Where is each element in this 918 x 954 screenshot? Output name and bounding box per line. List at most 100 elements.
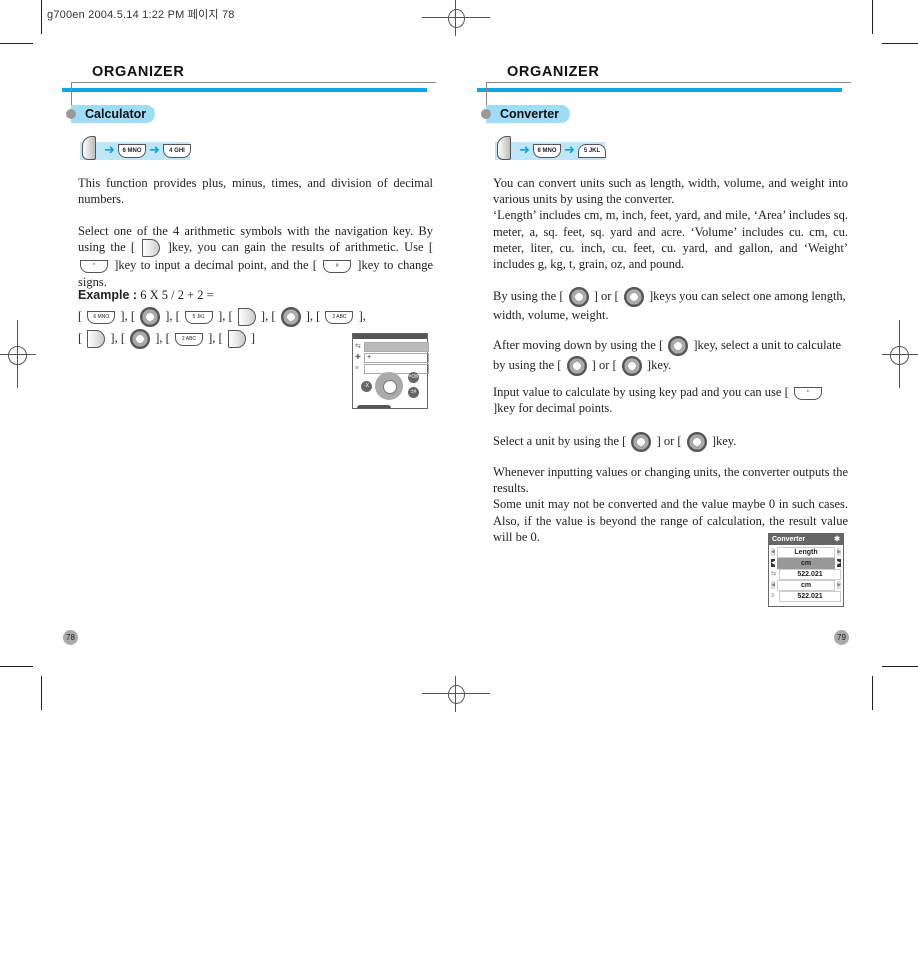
arrow-right-icon: ➜	[564, 143, 575, 158]
key-2-icon: 2 ABC	[174, 332, 203, 346]
key-6-icon: 6 MNO	[87, 310, 116, 324]
title-bar	[353, 334, 427, 339]
intro-paragraph: This function provides plus, minus, time…	[78, 176, 433, 207]
text: ] or [	[656, 433, 682, 448]
operand-icon: ⇆	[355, 342, 361, 350]
value-to-row: ≡ 522.021	[771, 591, 841, 602]
chevron-right-icon: ▶	[837, 548, 841, 556]
ok-key-icon	[142, 239, 161, 258]
nav-right-key-icon	[621, 356, 642, 376]
key-path: ➜ 6 MNO ➜ 5 JKL	[495, 136, 606, 160]
key-6-icon: 6 MNO	[118, 144, 146, 158]
operand-row: ⇆	[355, 342, 429, 352]
unit-to-value: cm	[777, 580, 835, 591]
unit-to-row: ◀ cm ▶	[771, 580, 841, 591]
category-row: ◀ Length ▶	[771, 547, 841, 558]
nav-up-key-icon	[130, 329, 151, 350]
operator-icon: ✚	[355, 353, 361, 361]
topic-label: Calculator	[71, 105, 155, 123]
chevron-right-icon: ▶	[837, 559, 841, 567]
category-value: Length	[777, 547, 835, 558]
select-unit-paragraph: After moving down by using the [ ]key, s…	[493, 336, 848, 376]
menu-icon: ✱	[834, 536, 840, 543]
operator-row: ✚ +	[355, 353, 429, 363]
star-key-icon: *	[80, 259, 108, 273]
blue-divider	[477, 88, 842, 92]
crop-mark	[0, 43, 33, 44]
key-6-icon: 6 MNO	[533, 144, 561, 158]
key-4-icon: 4 GHI	[163, 144, 191, 158]
arrow-right-icon: ➜	[104, 143, 115, 158]
registration-mark	[0, 320, 36, 388]
sign-button: -X	[361, 381, 372, 392]
input-value-paragraph: Input value to calculate by using key pa…	[493, 384, 848, 416]
ok-key-icon	[237, 308, 256, 327]
nav-right-key-icon	[686, 432, 707, 452]
operand-field	[364, 342, 429, 352]
text: By using the [	[493, 288, 564, 303]
menu-key-icon	[497, 136, 511, 160]
equals-icon: ≡	[355, 364, 359, 372]
crop-mark	[0, 666, 33, 667]
select-unit-key-paragraph: Select a unit by using the [ ] or [ ]key…	[493, 432, 848, 452]
example-expression: 6 X 5 / 2 + 2 =	[140, 288, 214, 302]
topic-label: Converter	[486, 105, 570, 123]
usage-paragraph: Select one of the 4 arithmetic symbols w…	[78, 223, 433, 290]
text: Input value to calculate by using key pa…	[493, 385, 789, 399]
bullet-icon	[481, 109, 491, 119]
units-list: ‘Length’ includes cm, m, inch, feet, yar…	[493, 208, 848, 272]
text: Select a unit by using the [	[493, 433, 627, 448]
crop-mark	[41, 676, 42, 710]
value-from-row: ⇆ 522.021	[771, 569, 841, 580]
nav-left-key-icon	[140, 307, 161, 328]
star-key-icon: *	[793, 386, 822, 400]
text: After moving down by using the [	[493, 337, 664, 352]
crop-mark	[872, 0, 873, 34]
crop-mark	[872, 676, 873, 710]
converter-screenshot: Converter ✱ ◀ Length ▶ ◀ cm ▶ ⇆ 522.021 …	[768, 533, 844, 607]
converter-intro: You can convert units such as length, wi…	[493, 175, 848, 272]
text: Whenever inputting values or changing un…	[493, 465, 848, 496]
key-path: ➜ 6 MNO ➜ 4 GHI	[80, 136, 191, 160]
input-icon: ⇆	[771, 571, 777, 577]
nav-right-key-icon	[623, 287, 644, 307]
value-to: 522.021	[779, 591, 841, 602]
registration-mark	[882, 320, 918, 388]
text: You can convert units such as length, wi…	[493, 176, 848, 207]
text: ]key, you can gain the results of arithm…	[167, 240, 433, 255]
menu-key-icon	[82, 136, 96, 160]
example-label: Example :	[78, 288, 138, 302]
arrow-right-icon: ➜	[519, 143, 530, 158]
registration-mark	[422, 0, 490, 36]
unit-from-row: ◀ cm ▶	[771, 558, 841, 569]
value-from: 522.021	[779, 569, 841, 580]
operator-pad	[375, 372, 403, 400]
blue-divider	[62, 88, 427, 92]
chevron-right-icon: ▶	[837, 581, 841, 589]
key-5-icon: 5 JKL	[184, 310, 213, 324]
hash-key-icon: #	[323, 259, 352, 273]
crop-mark	[882, 666, 918, 667]
arrow-right-icon: ➜	[149, 143, 160, 158]
nav-left-key-icon	[568, 287, 589, 307]
nav-left-key-icon	[566, 356, 587, 376]
text: ] or [	[593, 288, 619, 303]
text: ]key for decimal points.	[493, 401, 613, 416]
key-2-icon: 2 ABC	[325, 310, 354, 324]
text: ]key to input a decimal point, and the [	[114, 258, 317, 273]
hash-button: ±#	[408, 387, 419, 398]
bullet-icon	[66, 109, 76, 119]
converter-title: Converter	[772, 536, 806, 543]
ok-button: =OK	[408, 372, 419, 383]
converter-title-bar: Converter ✱	[769, 534, 843, 545]
divider	[486, 82, 851, 83]
softkey-tab	[357, 405, 391, 408]
section-title: ORGANIZER	[507, 64, 600, 80]
nav-right-key-icon	[280, 307, 301, 328]
registration-mark	[422, 676, 490, 712]
result-field	[364, 364, 429, 374]
text: ]key.	[646, 357, 672, 372]
divider	[71, 82, 436, 83]
nav-down-key-icon	[668, 336, 689, 356]
unit-from-value: cm	[777, 558, 835, 569]
